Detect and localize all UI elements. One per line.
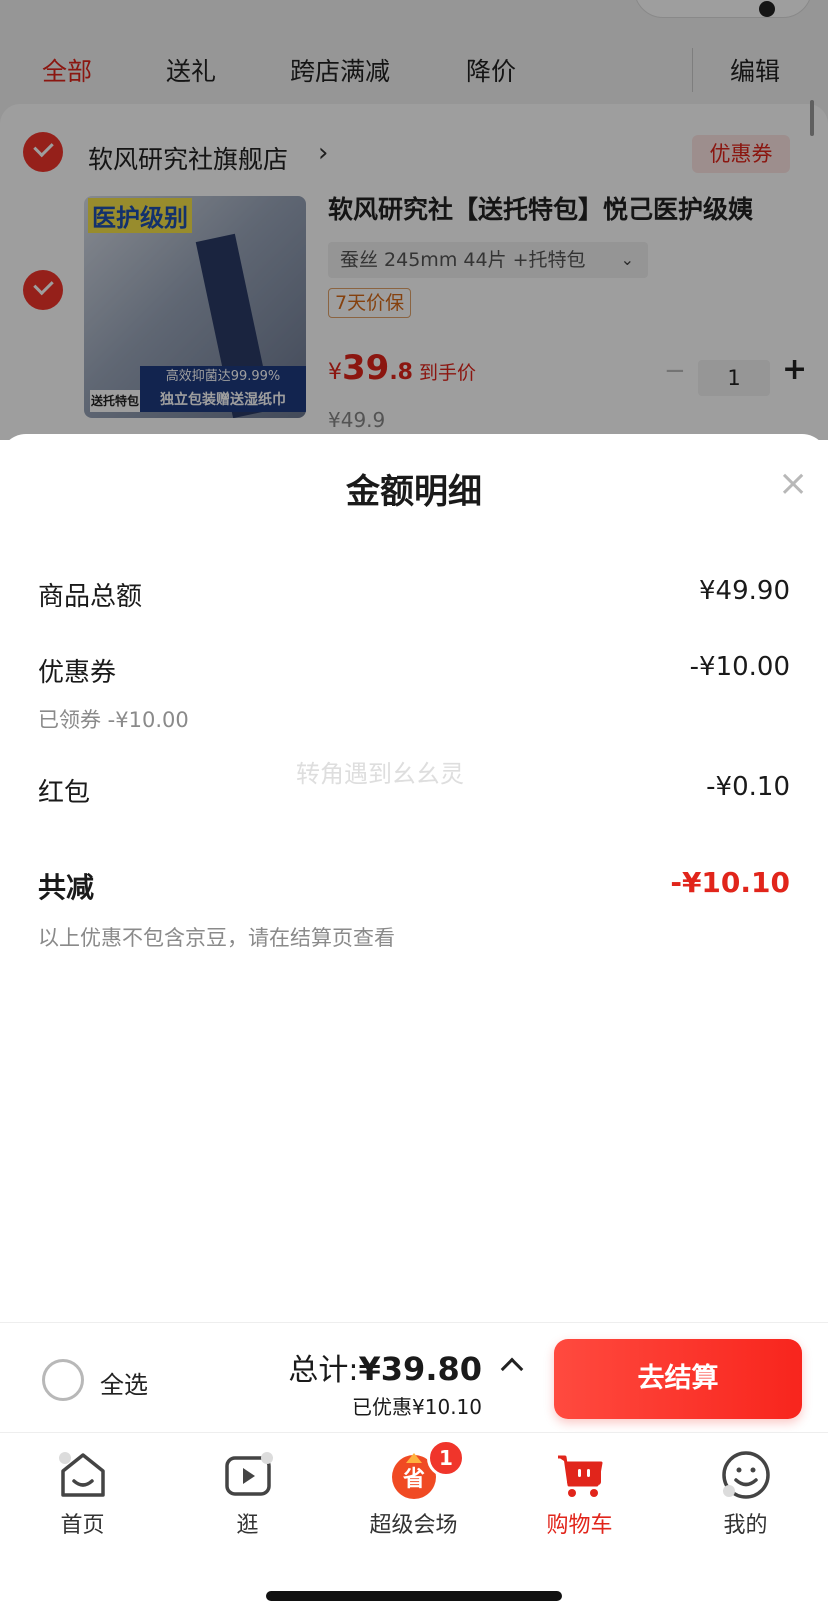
- super-venue-icon-text: 省: [402, 1467, 425, 1492]
- total-amount: ¥39.80: [358, 1350, 482, 1388]
- goods-total-value: ¥49.90: [699, 576, 790, 606]
- cart-icon: [558, 1455, 603, 1497]
- tab-cart[interactable]: 购物车: [497, 1433, 662, 1543]
- sheet-title: 金额明细: [346, 472, 482, 512]
- home-indicator: [266, 1591, 562, 1601]
- tab-browse-label: 逛: [236, 1513, 259, 1538]
- total-reduce-value: -¥10.10: [670, 866, 790, 899]
- red-packet-value: -¥0.10: [706, 772, 790, 802]
- total-label: 总计:: [288, 1353, 359, 1388]
- home-icon: [59, 1452, 105, 1497]
- coupon-claimed-note: 已领券 -¥10.00: [38, 708, 189, 732]
- close-icon[interactable]: ×: [778, 466, 808, 502]
- modal-overlay[interactable]: [0, 0, 828, 440]
- tab-cart-label: 购物车: [546, 1513, 613, 1538]
- tab-browse[interactable]: 逛: [165, 1433, 330, 1543]
- tab-mine-label: 我的: [723, 1513, 768, 1538]
- smile-face-icon: [722, 1451, 770, 1499]
- tab-mine[interactable]: 我的: [663, 1433, 828, 1543]
- checkout-bar: 全选 总计:¥39.80 已优惠¥10.10 去结算: [0, 1322, 828, 1432]
- tab-home-label: 首页: [60, 1513, 105, 1538]
- checkout-button[interactable]: 去结算: [554, 1339, 802, 1419]
- bottom-tab-bar: 首页 逛 省 1 超级会场 购物车 我的: [0, 1432, 828, 1542]
- cart-total: 总计:¥39.80: [288, 1345, 482, 1389]
- coupon-value: -¥10.00: [689, 652, 790, 682]
- notification-badge: 1: [427, 1439, 465, 1477]
- tab-super-venue[interactable]: 省 1 超级会场: [331, 1433, 496, 1543]
- watermark: 转角遇到幺幺灵: [296, 760, 464, 788]
- chevron-up-icon[interactable]: [500, 1357, 524, 1381]
- total-reduce-label: 共减: [38, 871, 95, 904]
- select-all-label[interactable]: 全选: [100, 1365, 148, 1400]
- coupon-label: 优惠券: [38, 658, 117, 688]
- select-all-checkbox[interactable]: [42, 1359, 84, 1401]
- tab-super-venue-label: 超级会场: [369, 1513, 458, 1538]
- video-play-icon: [225, 1452, 273, 1496]
- total-saved: 已优惠¥10.10: [352, 1395, 482, 1419]
- amount-detail-sheet: 金额明细 × 商品总额 ¥49.90 优惠券 -¥10.00 已领券 -¥10.…: [0, 434, 828, 1324]
- total-reduce-note: 以上优惠不包含京豆，请在结算页查看: [38, 926, 395, 950]
- red-packet-label: 红包: [38, 778, 91, 808]
- goods-total-label: 商品总额: [38, 582, 143, 612]
- tab-home[interactable]: 首页: [0, 1433, 165, 1543]
